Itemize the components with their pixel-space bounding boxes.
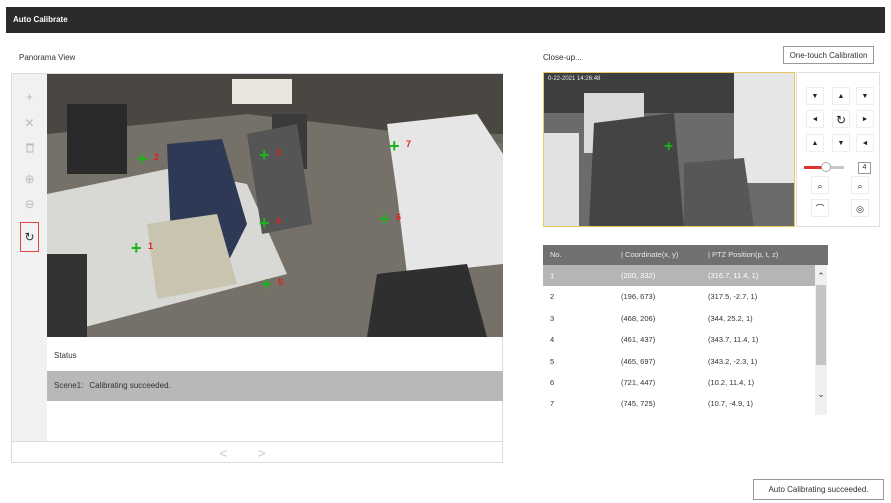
status-title: Status [54, 351, 77, 360]
calibration-point-4[interactable]: + 4 [259, 214, 289, 234]
ptz-down-icon[interactable]: ▼ [832, 134, 850, 152]
status-scene: Scene1: [54, 381, 84, 390]
next-page-button[interactable]: > [258, 445, 296, 461]
cell-no: 6 [550, 377, 555, 387]
cell-no: 2 [550, 292, 555, 302]
cell-no: 4 [550, 335, 555, 345]
calibration-point-label: 7 [406, 139, 412, 149]
table-row[interactable]: 5 (465, 697) (343.2, -2.3, 1) [543, 351, 816, 372]
calibration-point-label: 3 [276, 148, 282, 158]
cell-ptz-position: (317.5, -2.7, 1) [708, 292, 758, 302]
focus-near-icon[interactable]: ⌒ [811, 199, 829, 217]
ptz-right-icon[interactable]: ► [856, 110, 874, 128]
delete-icon[interactable]: ✕ [20, 114, 39, 133]
add-icon[interactable]: + [20, 88, 39, 107]
ptz-down-left-icon[interactable]: ▲ [806, 134, 824, 152]
panorama-toolbar: + ✕ ⊕ ⊖ ↻ [12, 74, 47, 441]
ptz-speed-slider[interactable] [804, 162, 844, 172]
column-header-ptz-position: | PTZ Position(p, t, z) [708, 250, 779, 259]
calibration-point-6[interactable]: + 6 [379, 210, 409, 230]
calibration-point-label: 2 [154, 152, 160, 162]
trash-icon[interactable] [20, 140, 39, 159]
cell-coordinate: (468, 206) [621, 313, 656, 323]
panorama-panel: + ✕ ⊕ ⊖ ↻ + 1 + 2 + 3 + 4 + 5 + 6 + 7 St… [11, 73, 503, 463]
cell-coordinate: (721, 447) [621, 377, 656, 387]
table-row[interactable]: 4 (461, 437) (343.7, 11.4, 1) [543, 329, 816, 350]
calibration-point-label: 5 [278, 277, 284, 287]
ptz-down-right-icon[interactable]: ◄ [856, 134, 874, 152]
page-title: Auto Calibrate [13, 15, 68, 24]
table-header: No. | Coordinate(x, y) | PTZ Position(p,… [543, 245, 828, 265]
zoom-in-icon[interactable]: ⌕ [811, 176, 829, 194]
zoom-out-icon[interactable]: ⊖ [20, 195, 39, 214]
zoom-in-icon[interactable]: ⊕ [20, 170, 39, 189]
ptz-up-left-icon[interactable]: ▼ [806, 87, 824, 105]
cell-coordinate: (461, 437) [621, 335, 656, 345]
table-scrollbar[interactable]: ⌃ ⌄ [815, 265, 827, 415]
cell-ptz-position: (343.2, -2.3, 1) [708, 356, 758, 366]
closeup-osd-text: 0-22-2021 14:26:48 [548, 76, 601, 82]
cell-no: 7 [550, 399, 555, 409]
ptz-control-panel: ▼ ▲ ▼ ◄ ↻ ► ▲ ▼ ◄ 4 ⌕ ⌕ ⌒ ◎ [796, 72, 880, 227]
cell-ptz-position: (10.7, -4.9, 1) [708, 399, 754, 409]
calibration-point-label: 4 [276, 216, 282, 226]
table-row[interactable]: 6 (721, 447) (10.2, 11.4, 1) [543, 372, 816, 393]
toast-notification: Auto Calibrating succeeded. [753, 479, 884, 500]
ptz-left-icon[interactable]: ◄ [806, 110, 824, 128]
ptz-up-right-icon[interactable]: ▼ [856, 87, 874, 105]
calibration-table: No. | Coordinate(x, y) | PTZ Position(p,… [543, 245, 828, 415]
closeup-crosshair-icon: + [664, 138, 674, 155]
calibration-point-7[interactable]: + 7 [389, 137, 419, 157]
panorama-image[interactable]: + 1 + 2 + 3 + 4 + 5 + 6 + 7 [47, 74, 503, 337]
calibration-point-5[interactable]: + 5 [261, 275, 291, 295]
cell-no: 1 [550, 271, 555, 280]
cell-ptz-position: (344, 25.2, 1) [708, 313, 753, 323]
one-touch-calibration-button[interactable]: One-touch Calibration [783, 46, 874, 64]
ptz-up-icon[interactable]: ▲ [832, 87, 850, 105]
scroll-up-icon[interactable]: ⌃ [815, 271, 827, 282]
cell-coordinate: (200, 332) [621, 271, 656, 280]
scroll-down-icon[interactable]: ⌄ [815, 389, 827, 400]
table-row[interactable]: 1 (200, 332) (316.7, 11.4, 1) [543, 265, 816, 287]
status-message: Calibrating succeeded. [89, 381, 171, 390]
column-header-no: No. [550, 250, 562, 259]
panorama-view-label: Panorama View [19, 53, 76, 62]
ptz-speed-knob[interactable] [821, 162, 831, 172]
table-row[interactable]: 3 (468, 206) (344, 25.2, 1) [543, 308, 816, 329]
cell-ptz-position: (316.7, 11.4, 1) [708, 271, 759, 280]
zoom-out-icon[interactable]: ⌕ [851, 176, 869, 194]
cell-ptz-position: (343.7, 11.4, 1) [708, 335, 759, 345]
ptz-speed-value: 4 [858, 162, 871, 174]
prev-page-button[interactable]: < [219, 445, 257, 461]
focus-far-icon[interactable]: ◎ [851, 199, 869, 217]
calibration-point-label: 6 [396, 212, 402, 222]
title-bar: Auto Calibrate [6, 7, 885, 33]
closeup-label: Close-up... [543, 53, 582, 62]
cell-ptz-position: (10.2, 11.4, 1) [708, 377, 755, 387]
column-header-coordinate: | Coordinate(x, y) [621, 250, 679, 259]
ptz-auto-icon[interactable]: ↻ [832, 110, 850, 128]
closeup-view[interactable]: 0-22-2021 14:26:48 + [543, 72, 795, 227]
scrollbar-thumb[interactable] [816, 285, 826, 365]
cell-no: 5 [550, 356, 555, 366]
refresh-icon[interactable]: ↻ [20, 222, 39, 252]
calibration-point-2[interactable]: + 2 [137, 150, 167, 170]
pager: <> [12, 441, 503, 463]
cell-coordinate: (745, 725) [621, 399, 656, 409]
calibration-point-3[interactable]: + 3 [259, 146, 289, 166]
cell-coordinate: (196, 673) [621, 292, 656, 302]
calibration-point-label: 1 [148, 241, 154, 251]
cell-no: 3 [550, 313, 555, 323]
calibration-point-1[interactable]: + 1 [131, 239, 161, 259]
panorama-scene [47, 74, 503, 337]
cell-coordinate: (465, 697) [621, 356, 656, 366]
table-row[interactable]: 7 (745, 725) (10.7, -4.9, 1) [543, 393, 816, 414]
status-bar: Scene1: Calibrating succeeded. [47, 371, 503, 401]
table-row[interactable]: 2 (196, 673) (317.5, -2.7, 1) [543, 286, 816, 307]
